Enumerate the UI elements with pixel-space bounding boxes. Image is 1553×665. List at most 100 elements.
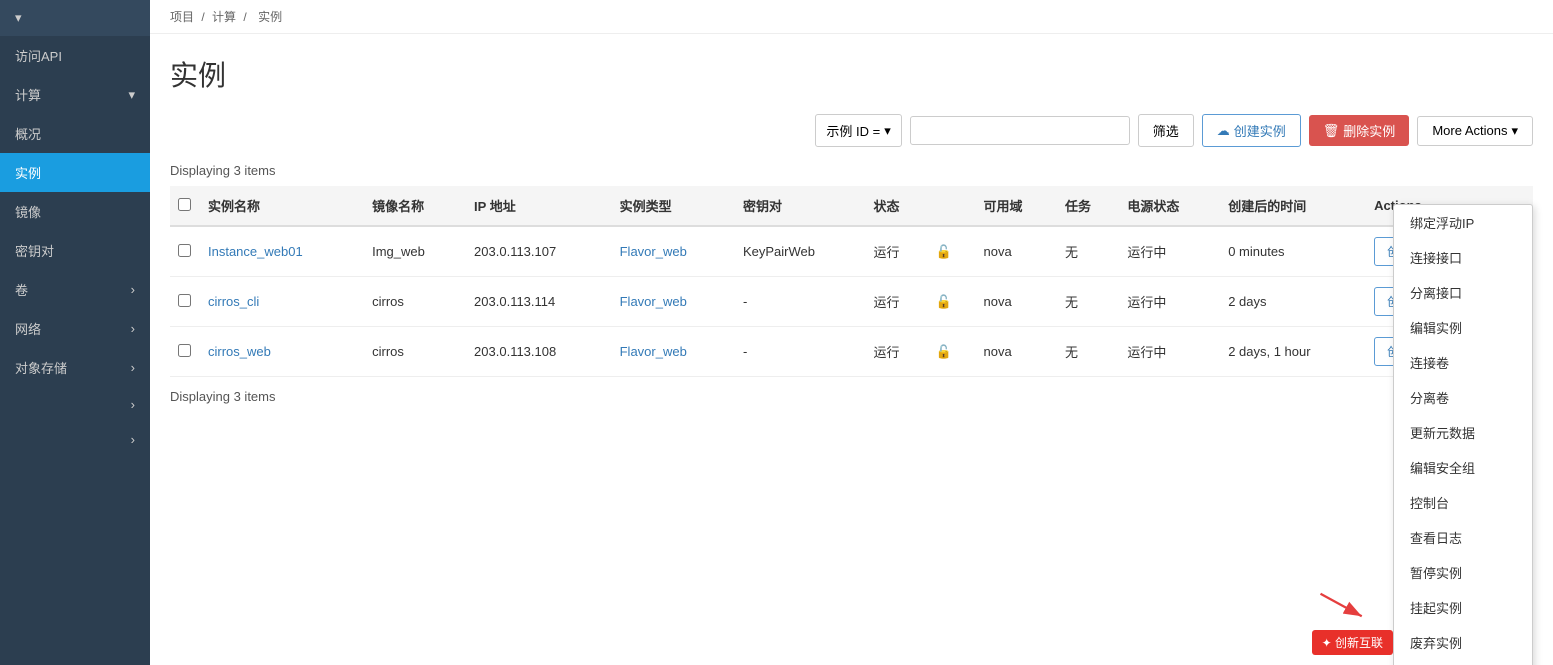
instance-status: 运行	[865, 327, 927, 377]
filter-button[interactable]: 筛选	[1138, 114, 1194, 147]
create-instance-button[interactable]: ☁ 创建实例	[1202, 114, 1301, 147]
instance-keypair: KeyPairWeb	[735, 226, 866, 277]
sidebar-item-label: 卷	[15, 280, 28, 299]
col-az: 可用域	[975, 186, 1057, 226]
sidebar-item-label: 概况	[15, 124, 41, 143]
select-all-checkbox[interactable]	[178, 198, 191, 211]
sidebar-item-collapse[interactable]: ▾	[0, 0, 150, 36]
instance-az: nova	[975, 277, 1057, 327]
instance-ip: 203.0.113.107	[466, 226, 612, 277]
col-lock	[928, 186, 976, 226]
breadcrumb-sep2: /	[243, 10, 250, 24]
instance-flavor-link[interactable]: Flavor_web	[620, 244, 687, 259]
chevron-right-icon: ›	[131, 282, 135, 297]
instance-ip: 203.0.113.108	[466, 327, 612, 377]
col-status: 状态	[865, 186, 927, 226]
dropdown-item-edit-security-group[interactable]: 编辑安全组	[1394, 450, 1532, 485]
sidebar-item-images[interactable]: 镜像	[0, 192, 150, 231]
instance-flavor-link[interactable]: Flavor_web	[620, 294, 687, 309]
row-checkbox[interactable]	[178, 244, 191, 257]
dropdown-item-view-log[interactable]: 查看日志	[1394, 520, 1532, 555]
filter-input[interactable]	[910, 116, 1130, 145]
instances-table: 实例名称 镜像名称 IP 地址 实例类型 密钥对 状态 可用域 任务 电源状态 …	[170, 186, 1533, 377]
table-row: cirros_web cirros 203.0.113.108 Flavor_w…	[170, 327, 1533, 377]
page-content: 实例 示例 ID = ▾ 筛选 ☁ 创建实例 🗑 删除实例 M	[150, 34, 1553, 665]
sidebar-item-label: 密钥对	[15, 241, 54, 260]
instance-flavor-link[interactable]: Flavor_web	[620, 344, 687, 359]
dropdown-item-detach-volume[interactable]: 分离卷	[1394, 380, 1532, 415]
instance-keypair: -	[735, 277, 866, 327]
table-row: cirros_cli cirros 203.0.113.114 Flavor_w…	[170, 277, 1533, 327]
filter-select-label: 示例 ID =	[826, 121, 880, 140]
col-task: 任务	[1057, 186, 1119, 226]
dropdown-item-attach-interface[interactable]: 连接接口	[1394, 240, 1532, 275]
instance-image: Img_web	[364, 226, 466, 277]
dropdown-item-console[interactable]: 控制台	[1394, 485, 1532, 520]
main-content: 项目 / 计算 / 实例 实例 示例 ID = ▾ 筛选 ☁ 创建实例 🗑	[150, 0, 1553, 665]
col-created: 创建后的时间	[1220, 186, 1366, 226]
instance-name-link[interactable]: cirros_web	[208, 344, 271, 359]
trash-icon: 🗑	[1323, 123, 1340, 139]
dropdown-item-resize-instance[interactable]: 调整实例大小	[1394, 660, 1532, 665]
instance-task: 无	[1057, 327, 1119, 377]
page-title: 实例	[170, 54, 1533, 94]
instance-power: 运行中	[1119, 327, 1220, 377]
sidebar-item-misc1[interactable]: ›	[0, 387, 150, 422]
instance-lock: 🔓	[928, 277, 976, 327]
dropdown-item-attach-volume[interactable]: 连接卷	[1394, 345, 1532, 380]
instance-image: cirros	[364, 327, 466, 377]
toolbar: 示例 ID = ▾ 筛选 ☁ 创建实例 🗑 删除实例 More Actions …	[170, 114, 1533, 147]
sidebar-item-label: 访问API	[15, 46, 62, 65]
sidebar-item-volumes[interactable]: 卷 ›	[0, 270, 150, 309]
chevron-right-icon: ›	[131, 360, 135, 375]
breadcrumb-compute[interactable]: 计算	[212, 10, 236, 24]
sidebar-item-network[interactable]: 网络 ›	[0, 309, 150, 348]
filter-select-chevron: ▾	[884, 123, 891, 139]
table-row: Instance_web01 Img_web 203.0.113.107 Fla…	[170, 226, 1533, 277]
dropdown-item-suspend-instance[interactable]: 挂起实例	[1394, 590, 1532, 625]
instance-az: nova	[975, 226, 1057, 277]
more-actions-chevron: ▾	[1511, 123, 1518, 139]
chevron-right-icon: ›	[131, 432, 135, 447]
instance-power: 运行中	[1119, 226, 1220, 277]
dropdown-item-update-metadata[interactable]: 更新元数据	[1394, 415, 1532, 450]
sidebar-item-compute[interactable]: 计算 ▾	[0, 75, 150, 114]
sidebar-item-misc2[interactable]: ›	[0, 422, 150, 457]
more-actions-button[interactable]: More Actions ▾	[1417, 116, 1533, 146]
sidebar-item-access-api[interactable]: 访问API	[0, 36, 150, 75]
breadcrumb-project[interactable]: 项目	[170, 10, 194, 24]
dropdown-item-detach-interface[interactable]: 分离接口	[1394, 275, 1532, 310]
toolbar-right: 示例 ID = ▾ 筛选 ☁ 创建实例 🗑 删除实例 More Actions …	[815, 114, 1533, 147]
sidebar-item-label: 计算	[15, 85, 41, 104]
delete-instance-button[interactable]: 🗑 删除实例	[1309, 115, 1410, 146]
instance-image: cirros	[364, 277, 466, 327]
dropdown-item-pause-instance[interactable]: 暂停实例	[1394, 555, 1532, 590]
arrow-annotation	[1313, 585, 1373, 625]
col-flavor: 实例类型	[612, 186, 735, 226]
instance-ip: 203.0.113.114	[466, 277, 612, 327]
instance-keypair: -	[735, 327, 866, 377]
filter-select[interactable]: 示例 ID = ▾	[815, 114, 901, 147]
sidebar-item-overview[interactable]: 概况	[0, 114, 150, 153]
instance-name-link[interactable]: cirros_cli	[208, 294, 259, 309]
sidebar-item-instances[interactable]: 实例	[0, 153, 150, 192]
instance-name-link[interactable]: Instance_web01	[208, 244, 303, 259]
sidebar-item-object-storage[interactable]: 对象存储 ›	[0, 348, 150, 387]
instance-created: 2 days, 1 hour	[1220, 327, 1366, 377]
col-keypair: 密钥对	[735, 186, 866, 226]
instance-lock: 🔓	[928, 327, 976, 377]
col-ip: IP 地址	[466, 186, 612, 226]
chevron-up-icon: ▾	[15, 10, 22, 26]
create-button-label: 创建实例	[1234, 121, 1286, 140]
row-checkbox[interactable]	[178, 344, 191, 357]
dropdown-item-shelve-instance[interactable]: 废弃实例	[1394, 625, 1532, 660]
row-checkbox[interactable]	[178, 294, 191, 307]
chevron-down-icon: ▾	[128, 87, 135, 103]
displaying-count-bottom: Displaying 3 items	[170, 389, 1533, 404]
chevron-right-icon: ›	[131, 321, 135, 336]
dropdown-item-bind-float-ip[interactable]: 绑定浮动IP	[1394, 205, 1532, 240]
col-power: 电源状态	[1119, 186, 1220, 226]
sidebar-item-keypairs[interactable]: 密钥对	[0, 231, 150, 270]
breadcrumb-sep1: /	[201, 10, 208, 24]
dropdown-item-edit-instance[interactable]: 编辑实例	[1394, 310, 1532, 345]
